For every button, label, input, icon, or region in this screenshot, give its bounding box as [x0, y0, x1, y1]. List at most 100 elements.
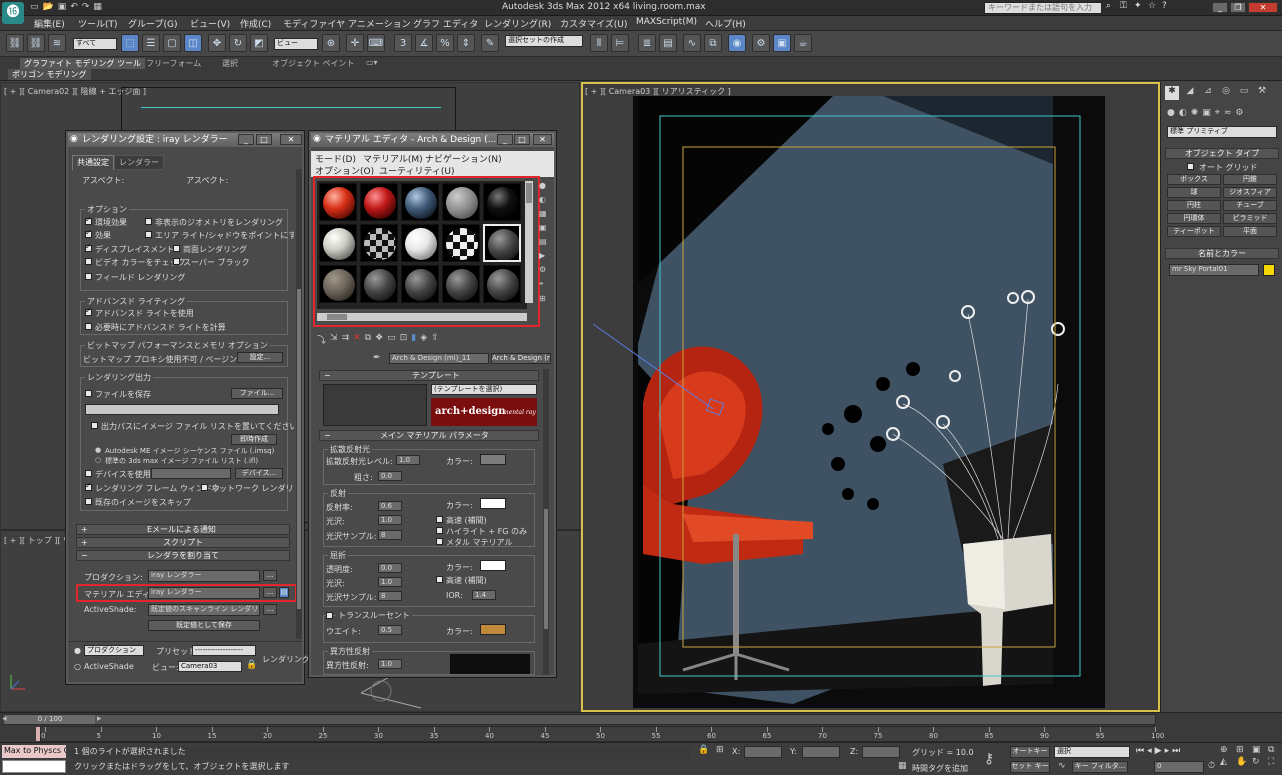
- eyedropper-icon[interactable]: ✒: [373, 353, 381, 363]
- auto-key-button[interactable]: オートキー: [1010, 746, 1050, 758]
- z-coord-field[interactable]: [862, 746, 900, 758]
- save-file-icon[interactable]: ▣: [58, 2, 67, 12]
- assign-to-selection-icon[interactable]: ⇉: [342, 333, 350, 346]
- menu-group[interactable]: グループ(G): [128, 17, 177, 30]
- production-radio[interactable]: ●: [74, 646, 81, 655]
- zoom-extents-all-icon[interactable]: ⧉: [1268, 745, 1282, 755]
- teapot-button[interactable]: ティーポット: [1167, 226, 1221, 237]
- render-button[interactable]: レンダリング: [262, 654, 310, 665]
- snap-toggle-icon[interactable]: 3: [394, 34, 412, 52]
- app-logo-icon[interactable]: ⓰: [2, 2, 24, 24]
- skip-existing-checkbox[interactable]: [85, 498, 92, 505]
- tab-graphite-modeling[interactable]: グラファイト モデリング ツール: [20, 58, 146, 69]
- material-id-icon[interactable]: ⊡: [400, 333, 408, 346]
- save-file-checkbox[interactable]: [85, 390, 92, 397]
- object-name-field[interactable]: mr Sky Portal01: [1169, 264, 1259, 276]
- super-black-checkbox[interactable]: [173, 258, 180, 265]
- y-coord-field[interactable]: [802, 746, 840, 758]
- project-icon[interactable]: ▦: [93, 2, 102, 12]
- rendered-frame-window-icon[interactable]: ▣: [773, 34, 791, 52]
- viewport-camera03[interactable]: [ + ][ Camera03 ][ リアリスティック ]: [581, 82, 1160, 712]
- keyboard-shortcut-icon[interactable]: ⌨: [367, 34, 385, 52]
- spacewarps-icon[interactable]: ≈: [1224, 108, 1232, 118]
- frame-window-checkbox[interactable]: [85, 481, 92, 491]
- production-renderer-button[interactable]: ...: [263, 570, 277, 581]
- reset-map-icon[interactable]: ✕: [353, 333, 361, 346]
- menu-rendering[interactable]: レンダリング(R): [484, 17, 551, 30]
- material-params-scrollbar[interactable]: [543, 369, 549, 675]
- use-device-checkbox[interactable]: [85, 470, 92, 477]
- percent-snap-icon[interactable]: %: [436, 34, 454, 52]
- angle-snap-icon[interactable]: ∡: [415, 34, 433, 52]
- pan-icon[interactable]: ✋: [1236, 757, 1250, 767]
- current-frame-field[interactable]: 0: [1154, 761, 1204, 773]
- create-tab-icon[interactable]: ✱: [1165, 86, 1179, 100]
- align-icon[interactable]: ⊨: [611, 34, 629, 52]
- get-material-icon[interactable]: ⤵: [317, 333, 326, 346]
- x-coord-field[interactable]: [744, 746, 782, 758]
- tab-freeform[interactable]: フリーフォーム: [142, 58, 205, 69]
- gloss-samples-field[interactable]: 8: [378, 530, 402, 540]
- use-advanced-lighting-checkbox[interactable]: [85, 306, 92, 316]
- set-key-button[interactable]: セット キー: [1010, 761, 1050, 773]
- email-rollout[interactable]: + Eメールによる通知: [76, 524, 290, 535]
- force-2sided-checkbox[interactable]: [173, 245, 180, 252]
- select-object-icon[interactable]: ⬚: [121, 34, 139, 52]
- autogrid-checkbox[interactable]: [1187, 163, 1194, 170]
- ifl-radio[interactable]: ○: [95, 456, 101, 464]
- viewport-label-camera03[interactable]: [ + ][ Camera03 ][ リアリスティック ]: [585, 86, 731, 97]
- activeshade-radio[interactable]: ○: [74, 662, 81, 671]
- pyramid-button[interactable]: ピラミッド: [1223, 213, 1277, 224]
- net-render-checkbox[interactable]: [201, 484, 208, 491]
- edit-named-selection-icon[interactable]: ✎: [481, 34, 499, 52]
- target-dropdown[interactable]: プロダクション: [84, 645, 144, 656]
- object-color-swatch[interactable]: [1263, 264, 1275, 276]
- select-by-name-icon[interactable]: ☰: [142, 34, 160, 52]
- fov-icon[interactable]: ◭: [1220, 757, 1234, 767]
- play-icon[interactable]: ▶: [1155, 746, 1162, 756]
- put-to-scene-icon[interactable]: ⇲: [330, 333, 338, 346]
- video-check-icon[interactable]: ▤: [539, 237, 551, 246]
- render-setup-maximize[interactable]: □: [256, 134, 272, 145]
- translucency-color-swatch[interactable]: [480, 624, 506, 635]
- bind-spacewarp-icon[interactable]: ≋: [48, 34, 66, 52]
- time-config-icon[interactable]: ⏱: [1208, 761, 1215, 771]
- tab-common[interactable]: 共通設定: [72, 155, 114, 170]
- compute-advanced-lighting-checkbox[interactable]: [85, 323, 92, 330]
- unlink-icon[interactable]: ⛓: [27, 34, 45, 52]
- output-path-field[interactable]: [85, 404, 279, 415]
- plane-button[interactable]: 平面: [1223, 226, 1277, 237]
- prev-frame-icon[interactable]: ◂: [1147, 746, 1152, 756]
- open-file-icon[interactable]: 📂: [43, 2, 54, 12]
- spinner-snap-icon[interactable]: ⇕: [457, 34, 475, 52]
- translucency-checkbox[interactable]: [326, 612, 333, 619]
- material-editor-close[interactable]: ✕: [533, 134, 552, 145]
- put-to-library-icon[interactable]: ▭: [387, 333, 396, 346]
- rotate-icon[interactable]: ↻: [229, 34, 247, 52]
- displacement-checkbox[interactable]: [85, 242, 92, 252]
- tab-selection[interactable]: 選択: [218, 58, 242, 69]
- material-type-button[interactable]: Arch & Design (mi): [491, 353, 551, 364]
- new-file-icon[interactable]: ▭: [30, 2, 39, 12]
- go-parent-icon[interactable]: ⇧: [431, 333, 439, 346]
- primitive-category-dropdown[interactable]: 標準 プリミティブ: [1167, 126, 1277, 138]
- reflectivity-field[interactable]: 0.6: [378, 501, 402, 511]
- geometry-icon[interactable]: ●: [1167, 108, 1175, 118]
- menu-edit[interactable]: 編集(E): [34, 17, 65, 30]
- effects-checkbox[interactable]: [85, 228, 92, 238]
- make-unique-icon[interactable]: ❖: [375, 333, 383, 346]
- material-editor-icon[interactable]: ◉: [728, 34, 746, 52]
- key-mode-dropdown[interactable]: 選択: [1054, 746, 1130, 758]
- key-filters-button[interactable]: キー フィルタ...: [1072, 761, 1128, 773]
- reflection-color-swatch[interactable]: [480, 498, 506, 509]
- refr-fast-interp-checkbox[interactable]: [436, 576, 443, 583]
- refraction-color-swatch[interactable]: [480, 560, 506, 571]
- modify-tab-icon[interactable]: ◢: [1183, 86, 1197, 100]
- next-frame-icon[interactable]: ▸: [1165, 746, 1170, 756]
- tube-button[interactable]: チューブ: [1223, 200, 1277, 211]
- render-fields-checkbox[interactable]: [85, 273, 92, 280]
- tab-polygon-modeling[interactable]: ポリゴン モデリング: [8, 69, 91, 80]
- show-end-result-icon[interactable]: ◈: [420, 333, 427, 346]
- uv-tiling-icon[interactable]: ▣: [539, 223, 551, 232]
- reflection-gloss-field[interactable]: 1.0: [378, 515, 402, 525]
